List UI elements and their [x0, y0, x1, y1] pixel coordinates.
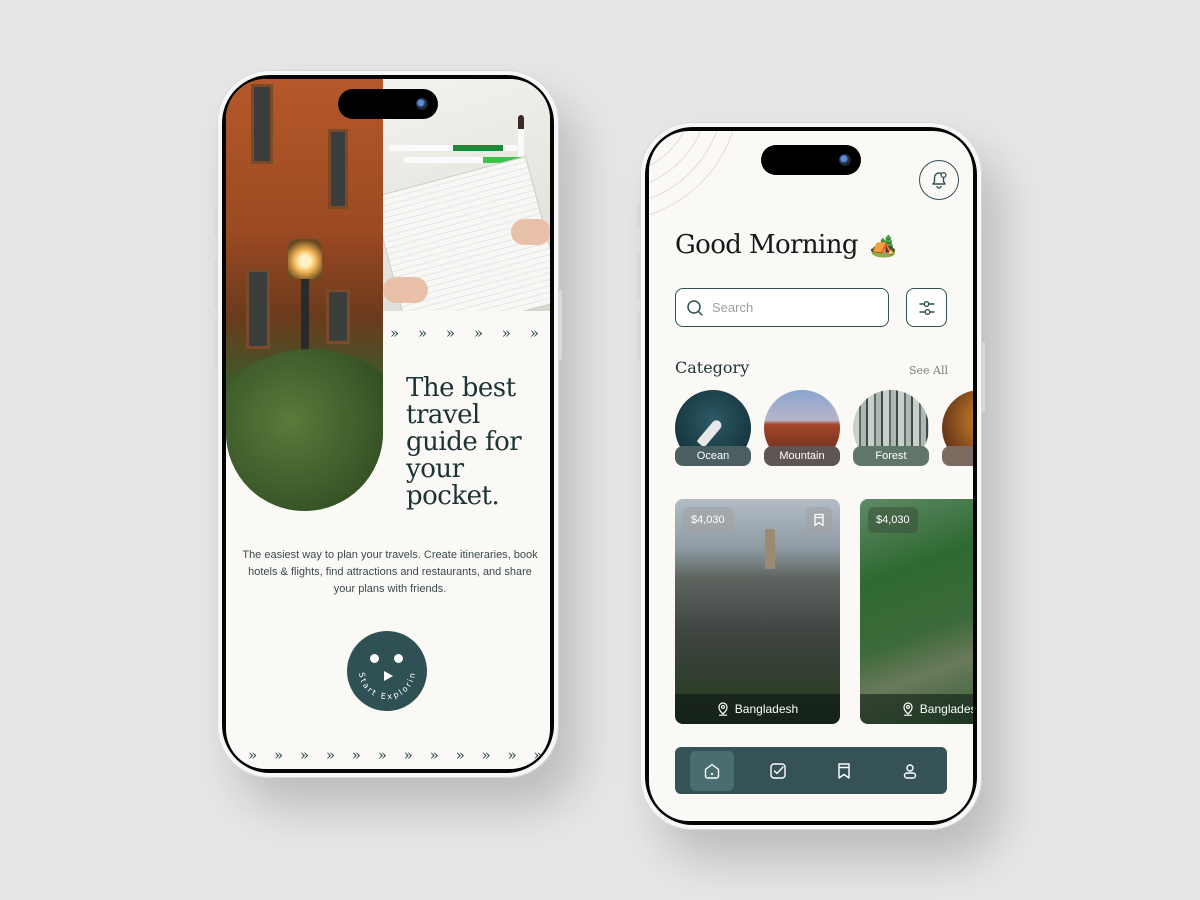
notification-button[interactable] [919, 160, 959, 200]
volume-down-button [637, 312, 640, 360]
category-mountain[interactable]: Mountain [764, 390, 840, 468]
marker [388, 145, 518, 151]
camera-icon [416, 98, 428, 110]
category-ocean[interactable]: Ocean [675, 390, 751, 468]
description: The easiest way to plan your travels. Cr… [242, 549, 538, 595]
home-phone: Good Morning 🏕️ Category See All [637, 122, 985, 830]
search-bar[interactable] [675, 288, 889, 327]
price-badge: $4,030 [683, 507, 733, 533]
bookmark-icon [838, 762, 850, 779]
headline: The best travel guide for your pocket. [406, 373, 522, 511]
location-label: Bangladesh [919, 702, 973, 716]
nav-profile[interactable] [888, 751, 932, 791]
bookmark-button[interactable] [806, 507, 832, 533]
hand [511, 219, 550, 245]
search-icon [687, 299, 703, 316]
volume-down-button [214, 320, 217, 368]
onboarding-screen: » » » » » » » » The best travel guide fo… [226, 79, 550, 769]
dynamic-island [761, 145, 861, 175]
hand [383, 277, 428, 303]
camera-icon [839, 154, 851, 166]
building-window [246, 269, 270, 349]
filter-button[interactable] [906, 288, 947, 327]
location-pin-icon [718, 702, 728, 716]
dynamic-island [338, 89, 438, 119]
profile-icon [903, 763, 917, 779]
boat [696, 418, 724, 448]
nav-saved[interactable] [822, 751, 866, 791]
onboarding-phone: » » » » » » » » The best travel guide fo… [214, 70, 562, 778]
home-screen: Good Morning 🏕️ Category See All [649, 131, 973, 821]
power-button [982, 342, 985, 412]
chevron-decoration: » » » » » » » » » » » » » » [248, 746, 550, 764]
power-button [559, 290, 562, 360]
category-list: Ocean Mountain Forest [675, 390, 973, 470]
volume-up-button [637, 252, 640, 300]
volume-up-button [214, 260, 217, 308]
price-badge: $4,030 [868, 507, 918, 533]
nav-home[interactable] [690, 750, 734, 791]
home-icon [704, 763, 720, 779]
location-bar: Bangladesh [675, 694, 840, 724]
pagoda [765, 529, 775, 569]
decorative-arcs [649, 131, 734, 216]
sliders-icon [918, 300, 935, 315]
action-button [637, 202, 640, 228]
category-label: Ocean [675, 446, 751, 466]
location-label: Bangladesh [734, 702, 799, 716]
camping-icon: 🏕️ [869, 234, 897, 259]
greeting: Good Morning 🏕️ [675, 230, 897, 260]
bell-icon [931, 171, 947, 189]
start-exploring-button[interactable]: Start Exploring [347, 631, 427, 711]
category-forest[interactable]: Forest [853, 390, 929, 468]
category-label [942, 446, 973, 466]
street-lamp-photo [226, 79, 383, 511]
category-title: Category [675, 358, 750, 377]
place-card[interactable]: $4,030 Bangladesh [860, 499, 973, 724]
action-button [214, 210, 217, 236]
svg-text:Start Exploring: Start Exploring [347, 631, 417, 701]
nav-tasks[interactable] [756, 751, 800, 791]
street-lamp [288, 239, 322, 279]
search-input[interactable] [712, 300, 872, 315]
chevron-decoration: » » » » » » » » [390, 324, 550, 342]
bookmark-icon [814, 513, 824, 527]
bottom-nav [675, 747, 947, 794]
building-window [328, 129, 348, 209]
category-more[interactable] [942, 390, 973, 468]
places-list: $4,030 Bangladesh $4,030 Banglade [675, 499, 973, 725]
greeting-text: Good Morning [675, 230, 859, 260]
building-window [251, 84, 273, 164]
start-exploring-label: Start Exploring [347, 631, 415, 701]
bush [226, 349, 383, 511]
location-bar: Bangladesh [860, 694, 973, 724]
place-card[interactable]: $4,030 Bangladesh [675, 499, 840, 724]
category-label: Forest [853, 446, 929, 466]
checkbox-icon [770, 762, 786, 779]
category-label: Mountain [764, 446, 840, 466]
location-pin-icon [903, 702, 913, 716]
circular-label: Start Exploring [347, 631, 417, 701]
see-all-link[interactable]: See All [909, 364, 948, 377]
building-window [326, 289, 350, 344]
